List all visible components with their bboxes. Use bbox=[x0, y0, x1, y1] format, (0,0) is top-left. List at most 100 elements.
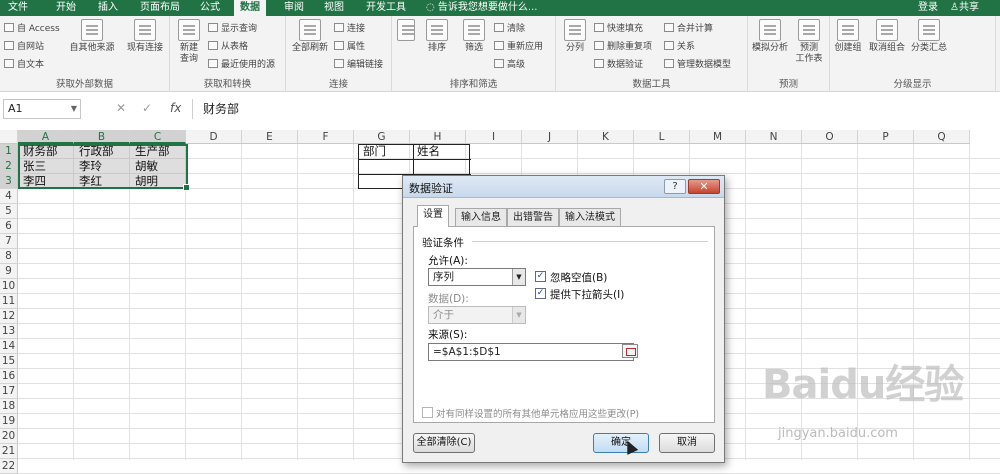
tab-page-layout[interactable]: 页面布局 bbox=[134, 0, 186, 16]
relationships-button[interactable]: 关系 bbox=[664, 40, 695, 54]
tab-data[interactable]: 数据 bbox=[234, 0, 266, 16]
tab-view[interactable]: 视图 bbox=[318, 0, 350, 16]
row-header-13[interactable]: 13 bbox=[0, 324, 18, 339]
column-header-O[interactable]: O bbox=[802, 130, 858, 144]
column-header-J[interactable]: J bbox=[522, 130, 578, 144]
row-header-22[interactable]: 22 bbox=[0, 459, 18, 474]
refresh-all-button[interactable]: 全部刷新 bbox=[288, 19, 332, 54]
what-if-analysis-button[interactable]: 模拟分析 bbox=[750, 19, 790, 54]
ungroup-button[interactable]: 取消组合 bbox=[866, 19, 908, 54]
row-header-5[interactable]: 5 bbox=[0, 204, 18, 219]
column-header-D[interactable]: D bbox=[186, 130, 242, 144]
name-box[interactable]: A1 ▼ bbox=[3, 99, 81, 119]
tab-review[interactable]: 审阅 bbox=[278, 0, 310, 16]
clear-button[interactable]: 清除 bbox=[494, 22, 525, 36]
sort-button[interactable]: 排序 bbox=[420, 19, 454, 54]
row-header-12[interactable]: 12 bbox=[0, 309, 18, 324]
row-header-18[interactable]: 18 bbox=[0, 399, 18, 414]
row-header-19[interactable]: 19 bbox=[0, 414, 18, 429]
cell-B3[interactable]: 李红 bbox=[76, 174, 102, 189]
chevron-down-icon[interactable]: ▼ bbox=[512, 269, 525, 285]
row-header-20[interactable]: 20 bbox=[0, 429, 18, 444]
manage-data-model-button[interactable]: 管理数据模型 bbox=[664, 58, 731, 72]
from-text-button[interactable]: 自文本 bbox=[4, 58, 44, 72]
column-header-A[interactable]: A bbox=[18, 130, 74, 144]
text-to-columns-button[interactable]: 分列 bbox=[558, 19, 592, 54]
login-link[interactable]: 登录 bbox=[918, 0, 938, 16]
sort-az-button[interactable] bbox=[394, 19, 418, 43]
select-all-corner[interactable] bbox=[0, 130, 18, 144]
tab-error-alert[interactable]: 出错警告 bbox=[507, 208, 559, 226]
cancel-entry-icon[interactable]: ✕ bbox=[116, 101, 126, 115]
row-header-10[interactable]: 10 bbox=[0, 279, 18, 294]
properties-button[interactable]: 属性 bbox=[334, 40, 365, 54]
row-header-11[interactable]: 11 bbox=[0, 294, 18, 309]
tab-file[interactable]: 文件 bbox=[2, 0, 34, 16]
row-header-17[interactable]: 17 bbox=[0, 384, 18, 399]
column-header-I[interactable]: I bbox=[466, 130, 522, 144]
row-header-3[interactable]: 3 bbox=[0, 174, 18, 189]
cell-C3[interactable]: 胡明 bbox=[132, 174, 158, 189]
group-button[interactable]: 创建组 bbox=[830, 19, 866, 54]
share-button[interactable]: ♙共享 bbox=[950, 0, 979, 16]
existing-connections-button[interactable]: 现有连接 bbox=[122, 19, 168, 54]
close-button[interactable]: ✕ bbox=[688, 179, 720, 194]
row-header-4[interactable]: 4 bbox=[0, 189, 18, 204]
confirm-entry-icon[interactable]: ✓ bbox=[142, 101, 152, 115]
flash-fill-button[interactable]: 快速填充 bbox=[594, 22, 643, 36]
cell-B1[interactable]: 行政部 bbox=[76, 144, 114, 159]
from-access-button[interactable]: 自 Access bbox=[4, 22, 60, 36]
clear-all-button[interactable]: 全部清除(C) bbox=[413, 433, 475, 453]
column-header-K[interactable]: K bbox=[578, 130, 634, 144]
cell-A1[interactable]: 财务部 bbox=[20, 144, 58, 159]
cell-A3[interactable]: 李四 bbox=[20, 174, 46, 189]
column-header-C[interactable]: C bbox=[130, 130, 186, 144]
apply-all-checkbox[interactable] bbox=[422, 407, 433, 418]
tab-home[interactable]: 开始 bbox=[50, 0, 82, 16]
cell-H1[interactable]: 姓名 bbox=[414, 144, 440, 159]
allow-select[interactable]: 序列 ▼ bbox=[428, 268, 526, 286]
row-header-1[interactable]: 1 bbox=[0, 144, 18, 159]
column-header-Q[interactable]: Q bbox=[914, 130, 970, 144]
cancel-button[interactable]: 取消 bbox=[659, 433, 715, 453]
row-header-21[interactable]: 21 bbox=[0, 444, 18, 459]
help-button[interactable]: ? bbox=[664, 179, 686, 194]
range-picker-icon[interactable] bbox=[622, 344, 638, 358]
row-header-2[interactable]: 2 bbox=[0, 159, 18, 174]
column-header-G[interactable]: G bbox=[354, 130, 410, 144]
edit-links-button[interactable]: 编辑链接 bbox=[334, 58, 383, 72]
row-header-7[interactable]: 7 bbox=[0, 234, 18, 249]
filter-button[interactable]: 筛选 bbox=[456, 19, 492, 54]
row-header-16[interactable]: 16 bbox=[0, 369, 18, 384]
column-header-E[interactable]: E bbox=[242, 130, 298, 144]
from-web-button[interactable]: 自网站 bbox=[4, 40, 44, 54]
recent-sources-button[interactable]: 最近使用的源 bbox=[208, 58, 275, 72]
column-header-F[interactable]: F bbox=[298, 130, 354, 144]
advanced-button[interactable]: 高级 bbox=[494, 58, 525, 72]
tab-settings[interactable]: 设置 bbox=[417, 205, 449, 227]
tab-developer[interactable]: 开发工具 bbox=[360, 0, 412, 16]
insert-function-icon[interactable]: fx bbox=[170, 101, 181, 115]
from-other-sources-button[interactable]: 自其他来源 bbox=[66, 19, 118, 54]
row-header-14[interactable]: 14 bbox=[0, 339, 18, 354]
show-queries-button[interactable]: 显示查询 bbox=[208, 22, 257, 36]
column-header-P[interactable]: P bbox=[858, 130, 914, 144]
data-validation-button[interactable]: 数据验证 bbox=[594, 58, 643, 72]
row-header-9[interactable]: 9 bbox=[0, 264, 18, 279]
from-table-button[interactable]: 从表格 bbox=[208, 40, 248, 54]
remove-duplicates-button[interactable]: 删除重复项 bbox=[594, 40, 652, 54]
row-header-6[interactable]: 6 bbox=[0, 219, 18, 234]
forecast-sheet-button[interactable]: 预测 工作表 bbox=[790, 19, 828, 65]
chevron-down-icon[interactable]: ▼ bbox=[71, 100, 77, 118]
column-header-L[interactable]: L bbox=[634, 130, 690, 144]
subtotal-button[interactable]: 分类汇总 bbox=[908, 19, 950, 54]
row-header-8[interactable]: 8 bbox=[0, 249, 18, 264]
row-header-15[interactable]: 15 bbox=[0, 354, 18, 369]
dialog-title-bar[interactable]: 数据验证 ? ✕ bbox=[403, 176, 724, 198]
cell-C2[interactable]: 胡敏 bbox=[132, 159, 158, 174]
tab-insert[interactable]: 插入 bbox=[92, 0, 124, 16]
source-input[interactable]: =$A$1:$D$1 bbox=[428, 343, 634, 361]
cell-C1[interactable]: 生产部 bbox=[132, 144, 170, 159]
column-header-N[interactable]: N bbox=[746, 130, 802, 144]
tab-ime-mode[interactable]: 输入法模式 bbox=[559, 208, 621, 226]
